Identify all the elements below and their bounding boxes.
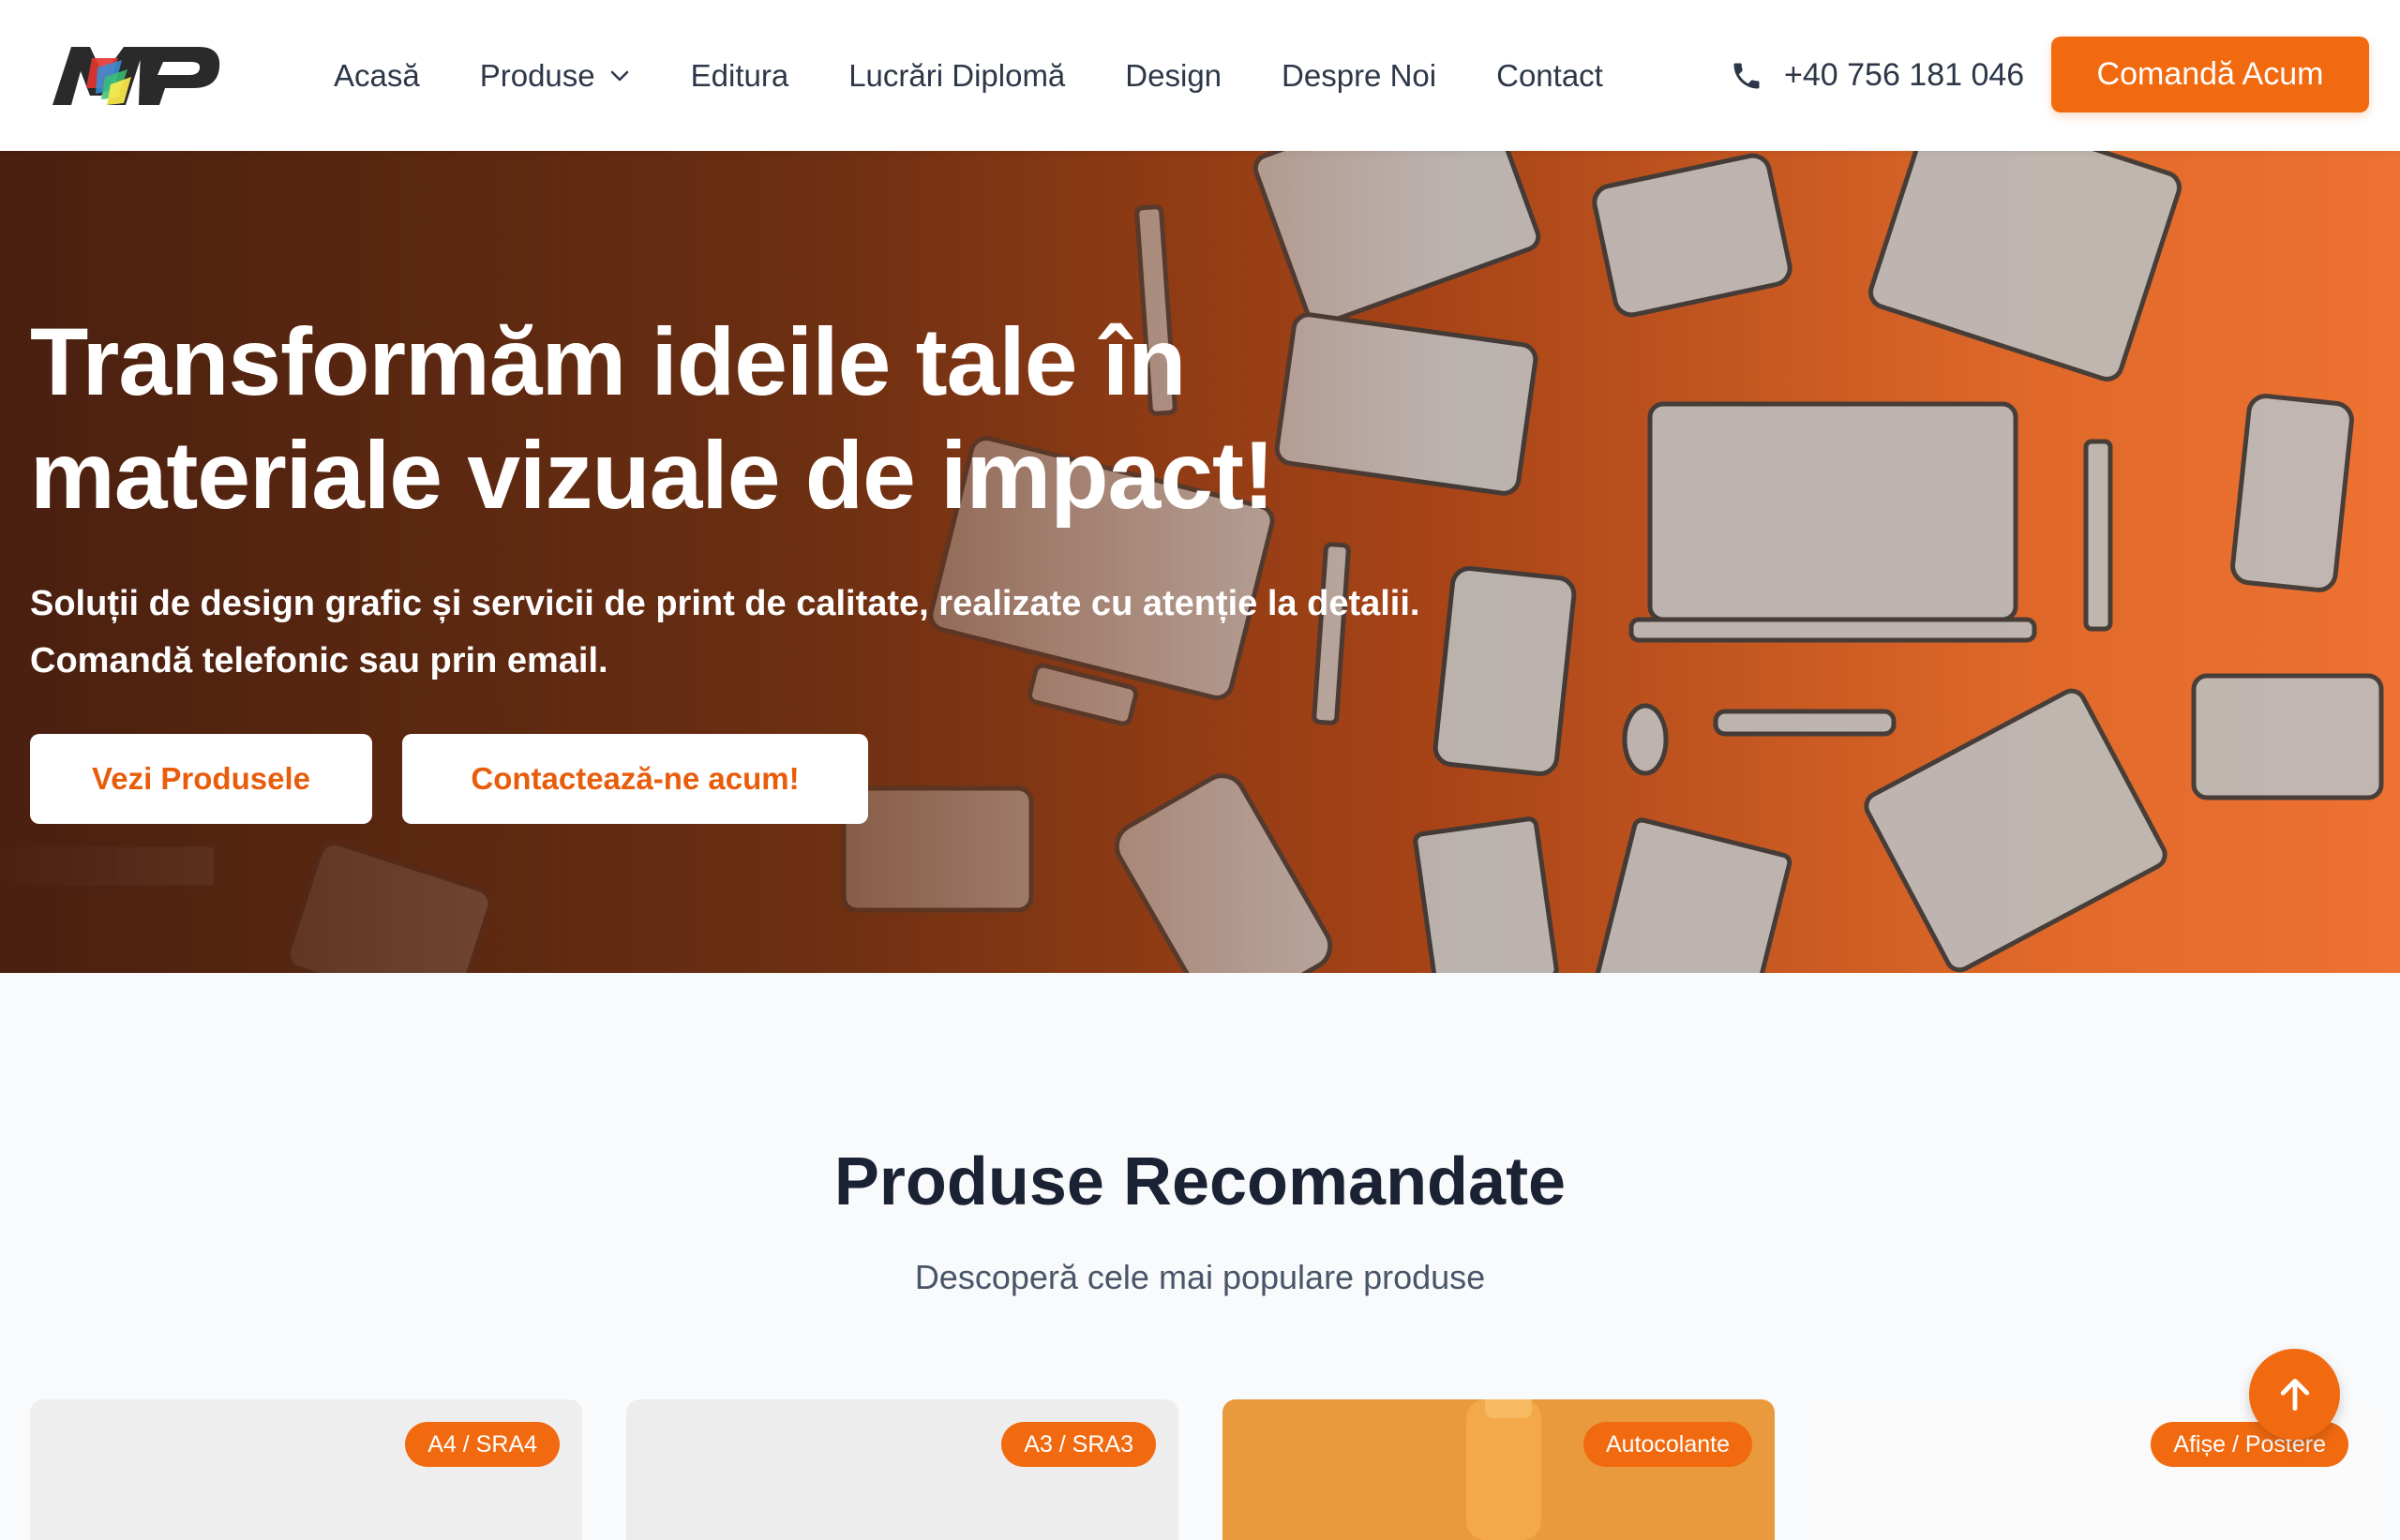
chevron-down-icon [610, 70, 628, 81]
hero-subtitle-line2: Comandă telefonic sau prin email. [30, 641, 608, 680]
nav-item-design[interactable]: Design [1125, 58, 1222, 94]
phone-number: +40 756 181 046 [1784, 57, 2025, 93]
nav-label: Design [1125, 57, 1222, 93]
category-badge: A3 / SRA3 [1001, 1422, 1156, 1467]
arrow-up-icon [2280, 1378, 2309, 1411]
product-cards: A4 / SRA4 A3 / SRA3 Autocolante Afișe / … [30, 1399, 2371, 1540]
section-title: Produse Recomandate [833, 1144, 1567, 1219]
phone-icon [1733, 63, 1760, 88]
hero-buttons: Vezi Produsele Contactează-ne acum! [30, 734, 898, 824]
nav-item-lucrari-diploma[interactable]: Lucrări Diplomă [848, 58, 1065, 94]
view-products-button[interactable]: Vezi Produsele [30, 734, 372, 824]
nav-label: Despre Noi [1282, 57, 1437, 93]
site-header: Acasă Produse Editura Lucrări Diplomă De… [0, 0, 2400, 151]
nav-item-acasa[interactable]: Acasă [334, 58, 420, 94]
scroll-to-top-button[interactable] [2249, 1349, 2340, 1440]
nav-item-editura[interactable]: Editura [691, 58, 789, 94]
category-badge: A4 / SRA4 [405, 1422, 560, 1467]
nav-item-despre-noi[interactable]: Despre Noi [1282, 58, 1436, 94]
hero-title: Transformăm ideile tale în materiale viz… [30, 308, 1275, 529]
product-image [1466, 1399, 1541, 1540]
nav-label: Editura [690, 57, 789, 93]
section-subtitle: Descoperă cele mai populare produse [914, 1258, 1486, 1296]
product-card[interactable]: Autocolante [1222, 1399, 1775, 1540]
product-card[interactable]: A4 / SRA4 [30, 1399, 582, 1540]
contact-us-button[interactable]: Contactează-ne acum! [402, 734, 868, 824]
nav-label: Lucrări Diplomă [848, 57, 1066, 93]
nav-label: Acasă [334, 57, 420, 93]
phone-link[interactable]: +40 756 181 046 [1730, 0, 2024, 151]
hero-subtitle-line1: Soluții de design grafic și servicii de … [30, 584, 1420, 623]
nav-item-contact[interactable]: Contact [1496, 58, 1603, 94]
order-now-button[interactable]: Comandă Acum [2051, 37, 2369, 112]
nav-item-produse[interactable]: Produse [480, 58, 631, 94]
nav-label: Contact [1496, 57, 1603, 93]
hero-text: Transformăm ideile tale în materiale viz… [30, 306, 1530, 690]
logo[interactable] [49, 39, 223, 112]
category-badge: Autocolante [1582, 1422, 1752, 1467]
main-nav: Acasă Produse Editura Lucrări Diplomă De… [334, 0, 1663, 151]
product-card[interactable]: A3 / SRA3 [626, 1399, 1178, 1540]
hero-banner: Transformăm ideile tale în materiale viz… [0, 151, 2400, 973]
hero-subtitle: Soluții de design grafic și servicii de … [30, 576, 1530, 690]
nav-label: Produse [479, 57, 595, 93]
